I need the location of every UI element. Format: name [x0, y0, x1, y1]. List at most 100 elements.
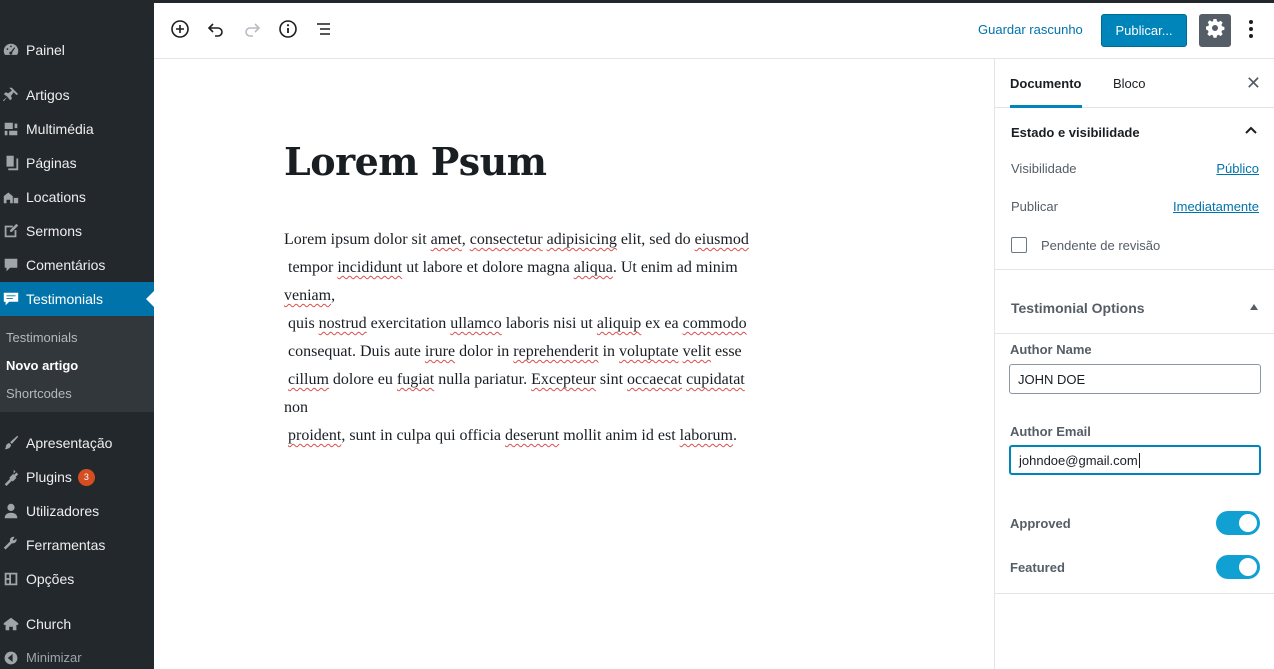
submenu-item-shortcodes[interactable]: Shortcodes: [6, 386, 72, 401]
submenu-item-novo-artigo[interactable]: Novo artigo: [6, 358, 78, 373]
divider: [995, 269, 1274, 270]
collapse-menu-button[interactable]: Minimizar: [0, 646, 154, 669]
more-options-button[interactable]: [1242, 19, 1260, 43]
menu-item-opcoes[interactable]: Opções: [0, 562, 154, 596]
content-info-button[interactable]: [276, 19, 300, 43]
comment-icon: [0, 256, 26, 274]
misspelled-word[interactable]: fugiat: [397, 371, 434, 388]
paragraph-block[interactable]: Lorem ipsum dolor sit amet, consectetur …: [284, 226, 844, 450]
pending-review-checkbox[interactable]: Pendente de revisão: [1011, 237, 1160, 253]
add-block-button[interactable]: [168, 19, 192, 43]
approved-row: Approved: [1010, 511, 1260, 535]
location-icon: [0, 188, 26, 206]
misspelled-word[interactable]: commodo: [683, 315, 747, 332]
plugins-update-badge: 3: [77, 468, 95, 486]
close-icon[interactable]: ✕: [1246, 73, 1261, 94]
menu-item-utilizadores[interactable]: Utilizadores: [0, 494, 154, 528]
approved-label: Approved: [1010, 515, 1071, 531]
menu-item-church[interactable]: Church: [0, 607, 154, 641]
misspelled-word[interactable]: aliquip: [597, 315, 641, 332]
collapse-icon: [0, 650, 26, 666]
misspelled-word[interactable]: aliqua: [574, 259, 613, 276]
menu-item-testimonials[interactable]: Testimonials: [0, 282, 154, 316]
post-title[interactable]: Lorem Psum: [284, 139, 547, 184]
save-draft-button[interactable]: Guardar rascunho: [978, 22, 1083, 37]
undo-button[interactable]: [204, 19, 228, 43]
publish-date-link[interactable]: Imediatamente: [1173, 199, 1259, 214]
misspelled-word[interactable]: veniam: [284, 287, 331, 304]
misspelled-word[interactable]: proident: [288, 427, 341, 444]
misspelled-word[interactable]: deserunt: [505, 427, 559, 444]
author-email-input[interactable]: johndoe@gmail.com: [1009, 445, 1261, 475]
menu-item-artigos[interactable]: Artigos: [0, 78, 154, 112]
misspelled-word[interactable]: voluptate: [619, 343, 679, 360]
misspelled-word[interactable]: cillum: [288, 371, 329, 388]
misspelled-word[interactable]: cupidatat: [686, 371, 745, 388]
misspelled-word[interactable]: amet: [431, 231, 462, 248]
author-name-input[interactable]: JOHN DOE: [1009, 364, 1261, 394]
chevron-up-icon[interactable]: [1244, 123, 1258, 140]
admin-sidebar: Painel Artigos Multimédia Páginas Locati…: [0, 0, 154, 669]
paragraph-line: tempor incididunt ut labore et dolore ma…: [284, 259, 738, 276]
divider: [995, 593, 1274, 594]
paragraph-line: consequat. Duis aute irure dolor in repr…: [284, 343, 742, 360]
editor-toolbar: Guardar rascunho Publicar...: [154, 0, 1274, 59]
featured-toggle[interactable]: [1216, 555, 1260, 579]
menu-item-paginas[interactable]: Páginas: [0, 146, 154, 180]
triangle-up-icon[interactable]: [1250, 304, 1258, 310]
misspelled-word[interactable]: occaecat: [627, 371, 682, 388]
misspelled-word[interactable]: nostrud: [319, 315, 367, 332]
menu-item-multimedia[interactable]: Multimédia: [0, 112, 154, 146]
misspelled-word[interactable]: reprehenderit: [513, 343, 598, 360]
collapse-label: Minimizar: [26, 650, 82, 665]
menu-item-plugins[interactable]: Plugins 3: [0, 460, 154, 494]
redo-button[interactable]: [240, 19, 264, 43]
paragraph-line: proident, sunt in culpa qui officia dese…: [288, 427, 737, 444]
sidebar-tabs: Documento Bloco ✕: [995, 59, 1274, 108]
gear-icon: [1205, 18, 1225, 43]
plugin-icon: [0, 468, 26, 486]
testimonial-options-title[interactable]: Testimonial Options: [1011, 300, 1145, 316]
paragraph-line: quis nostrud exercitation ullamco labori…: [284, 315, 747, 332]
menu-label: Opções: [26, 571, 75, 587]
menu-label: Multimédia: [26, 121, 94, 137]
tab-block[interactable]: Bloco: [1113, 59, 1146, 108]
plus-circle-icon: [170, 19, 190, 44]
checkbox-box[interactable]: [1011, 237, 1027, 253]
publish-button[interactable]: Publicar...: [1101, 14, 1187, 47]
misspelled-word[interactable]: incididunt: [337, 259, 402, 276]
status-panel-title[interactable]: Estado e visibilidade: [1011, 125, 1140, 140]
menu-item-ferramentas[interactable]: Ferramentas: [0, 528, 154, 562]
misspelled-word[interactable]: consectetur: [470, 231, 543, 248]
menu-item-comentarios[interactable]: Comentários: [0, 248, 154, 282]
menu-item-apresentacao[interactable]: Apresentação: [0, 426, 154, 460]
paragraph-line: cillum dolore eu fugiat nulla pariatur. …: [288, 371, 745, 388]
wrench-icon: [0, 536, 26, 554]
submenu-item-testimonials[interactable]: Testimonials: [6, 330, 78, 345]
text-caret: [1138, 452, 1140, 468]
block-editor-app: Painel Artigos Multimédia Páginas Locati…: [0, 0, 1274, 669]
misspelled-word[interactable]: eiusmod: [695, 231, 749, 248]
menu-label: Ferramentas: [26, 537, 106, 553]
misspelled-word[interactable]: ullamco: [450, 315, 502, 332]
misspelled-word[interactable]: adipisicing: [547, 231, 617, 248]
visibility-link[interactable]: Público: [1216, 161, 1259, 176]
settings-toggle-button[interactable]: [1199, 14, 1231, 47]
redo-icon: [242, 19, 262, 44]
menu-item-painel[interactable]: Painel: [0, 33, 154, 67]
church-icon: [0, 615, 26, 633]
block-navigation-button[interactable]: [312, 19, 336, 43]
tab-document[interactable]: Documento: [1010, 59, 1082, 108]
more-vertical-icon: [1248, 19, 1254, 44]
publish-row: Publicar Imediatamente: [1011, 199, 1259, 214]
menu-item-sermons[interactable]: Sermons: [0, 214, 154, 248]
misspelled-word[interactable]: velit: [683, 343, 711, 360]
misspelled-word[interactable]: Excepteur: [531, 371, 596, 388]
menu-item-locations[interactable]: Locations: [0, 180, 154, 214]
misspelled-word[interactable]: irure: [425, 343, 455, 360]
menu-label: Locations: [26, 189, 86, 205]
approved-toggle[interactable]: [1216, 511, 1260, 535]
paragraph-line: non: [284, 399, 308, 416]
misspelled-word[interactable]: laborum: [680, 427, 733, 444]
menu-label: Sermons: [26, 223, 83, 239]
